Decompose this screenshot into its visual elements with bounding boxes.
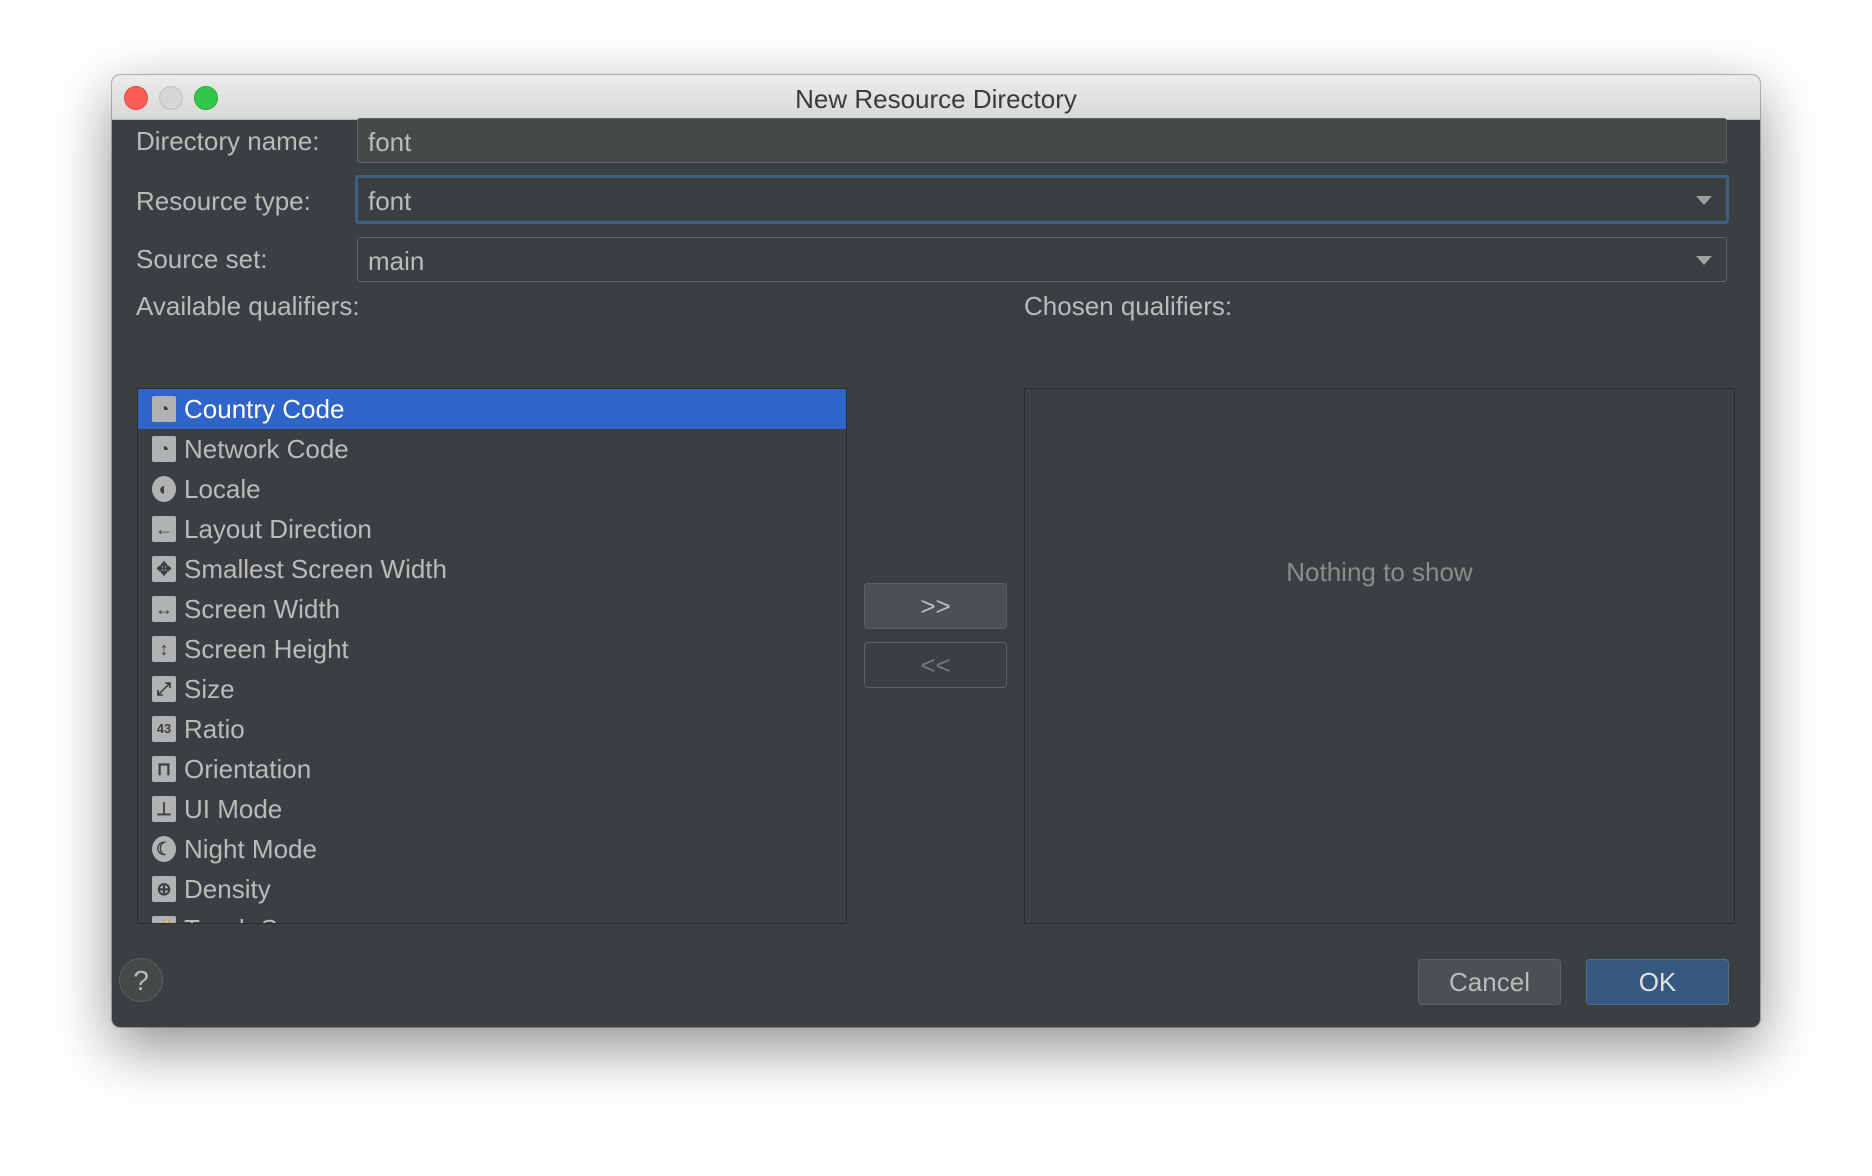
directory-name-label: Directory name: <box>136 126 320 156</box>
moon-icon: ☾ <box>152 836 176 862</box>
list-item[interactable]: ⊥ UI Mode <box>138 789 846 829</box>
resize-icon: ⤢ <box>152 676 176 702</box>
vertical-arrows-icon: ↕ <box>152 636 176 662</box>
network-code-icon: ◔ <box>152 436 176 462</box>
list-item-label: Country Code <box>184 393 345 424</box>
arrow-left-icon: ← <box>152 516 176 542</box>
list-item-label: Screen Width <box>184 593 341 624</box>
list-item[interactable]: ◔ Network Code <box>138 429 846 469</box>
country-code-icon: ◔ <box>152 396 176 422</box>
resource-type-select[interactable]: font <box>355 175 1729 224</box>
source-set-label: Source set: <box>136 244 268 274</box>
list-item[interactable]: ⤢ Size <box>138 669 846 709</box>
list-item-label: Size <box>184 673 235 704</box>
dialog-window: New Resource Directory Directory name: f… <box>112 75 1760 1027</box>
resource-type-value: font <box>368 186 412 216</box>
list-item-label: Orientation <box>184 753 312 784</box>
globe-icon: ◐ <box>152 476 176 502</box>
list-item-label: Locale <box>184 473 261 504</box>
chevron-down-icon <box>1696 196 1712 205</box>
list-item[interactable]: ⊕ Density <box>138 869 846 909</box>
source-set-value: main <box>368 246 425 276</box>
help-button[interactable]: ? <box>119 958 163 1002</box>
horizontal-arrows-icon: ↔ <box>152 596 176 622</box>
ratio-icon: 43 <box>152 716 176 742</box>
orientation-icon: ⊓ <box>152 756 176 782</box>
available-qualifiers-list[interactable]: ◔ Country Code ◔ Network Code ◐ Locale ← Layout… <box>137 388 847 924</box>
list-item-label: Layout Direction <box>184 513 372 544</box>
ok-button[interactable]: OK <box>1586 959 1729 1005</box>
empty-state-text: Nothing to show <box>1286 557 1473 587</box>
resource-type-label: Resource type: <box>136 186 311 216</box>
list-item[interactable]: ← Layout Direction <box>138 509 846 549</box>
list-item-label: Ratio <box>184 713 245 744</box>
touch-screen-icon: ☝ <box>152 916 176 923</box>
list-item-label: Density <box>184 873 271 904</box>
list-item[interactable]: ◔ Country Code <box>138 389 846 429</box>
move-arrows-icon: ✥ <box>152 556 176 582</box>
title-bar: New Resource Directory <box>112 75 1760 120</box>
list-item-label: Network Code <box>184 433 349 464</box>
list-item-label: Night Mode <box>184 833 317 864</box>
available-qualifiers-label: Available qualifiers: <box>136 291 360 321</box>
list-item[interactable]: ✥ Smallest Screen Width <box>138 549 846 589</box>
list-item[interactable]: ☾ Night Mode <box>138 829 846 869</box>
list-item[interactable]: 43 Ratio <box>138 709 846 749</box>
chevron-down-icon <box>1696 256 1712 265</box>
density-icon: ⊕ <box>152 876 176 902</box>
ui-mode-icon: ⊥ <box>152 796 176 822</box>
list-item-label: Screen Height <box>184 633 349 664</box>
list-item-label: UI Mode <box>184 793 283 824</box>
directory-name-value: font <box>368 127 412 157</box>
remove-qualifier-button[interactable]: << <box>864 642 1007 688</box>
list-item[interactable]: ⊓ Orientation <box>138 749 846 789</box>
add-qualifier-button[interactable]: >> <box>864 583 1007 629</box>
list-item-label: Smallest Screen Width <box>184 553 447 584</box>
directory-name-field[interactable]: font <box>357 118 1727 163</box>
chosen-qualifiers-list[interactable]: Nothing to show <box>1024 388 1735 924</box>
list-item[interactable]: ↔ Screen Width <box>138 589 846 629</box>
list-item[interactable]: ☝ Touch Screen <box>138 909 846 924</box>
list-item[interactable]: ◐ Locale <box>138 469 846 509</box>
source-set-select[interactable]: main <box>357 237 1727 282</box>
list-item[interactable]: ↕ Screen Height <box>138 629 846 669</box>
window-title: New Resource Directory <box>795 84 1077 114</box>
cancel-button[interactable]: Cancel <box>1418 959 1561 1005</box>
chosen-qualifiers-label: Chosen qualifiers: <box>1024 291 1233 321</box>
list-item-label: Touch Screen <box>184 914 343 924</box>
